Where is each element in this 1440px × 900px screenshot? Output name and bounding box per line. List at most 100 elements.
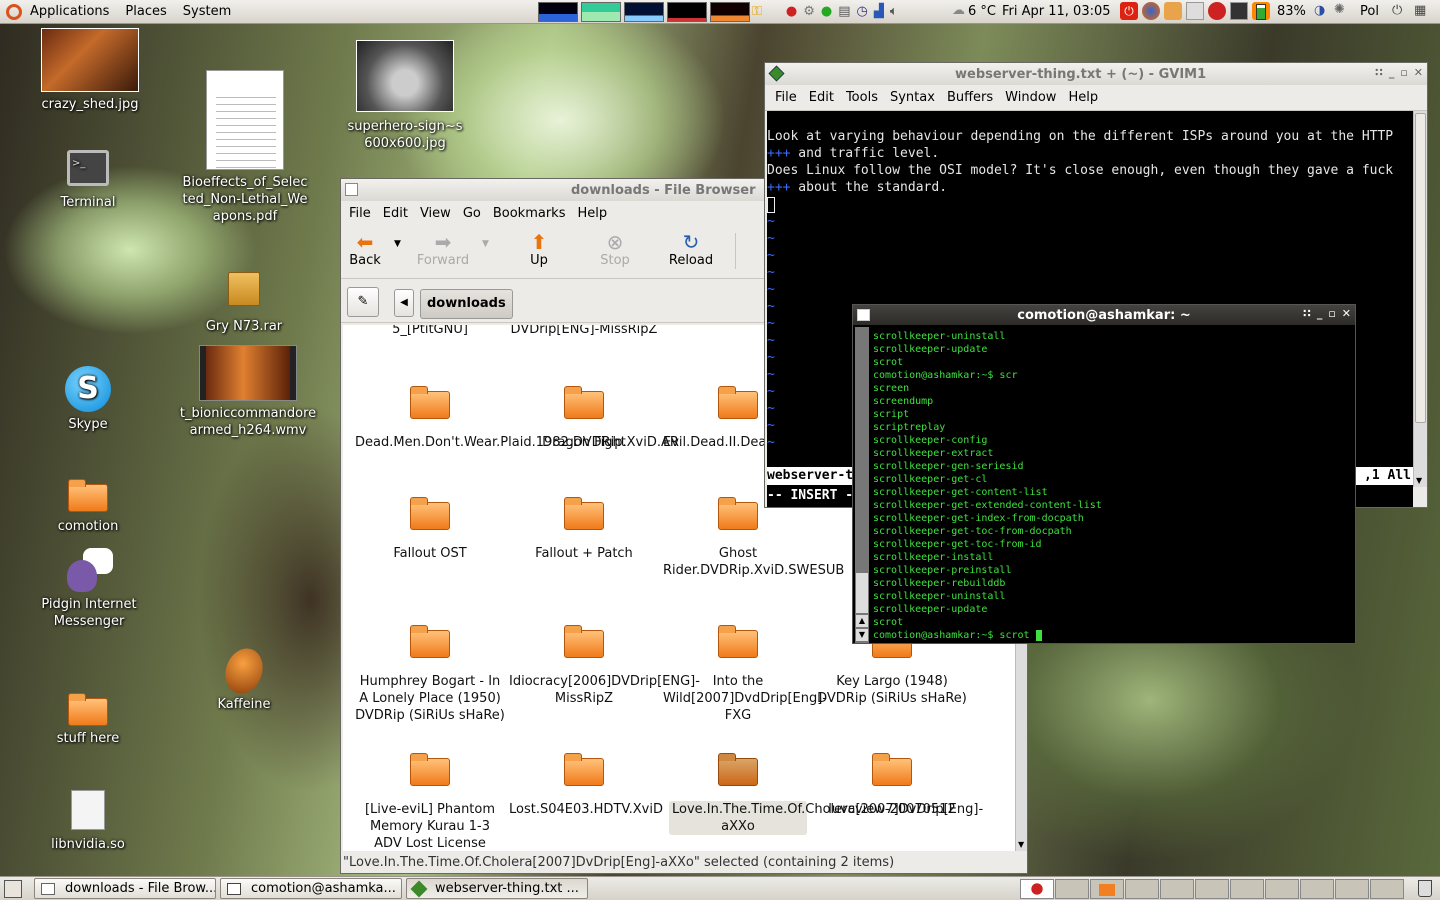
show-desktop-button[interactable] bbox=[4, 879, 22, 898]
desktop-icon-crazy-shed[interactable]: crazy_shed.jpg bbox=[30, 28, 150, 113]
desktop-icon-terminal[interactable]: >_ Terminal bbox=[40, 150, 136, 211]
scroll-down-arrow-icon[interactable]: ▼ bbox=[856, 629, 868, 641]
workspace-10[interactable] bbox=[1335, 879, 1369, 899]
workspace-5[interactable] bbox=[1160, 879, 1194, 899]
battery-icon[interactable] bbox=[1256, 4, 1266, 20]
tray-icon[interactable]: ● bbox=[786, 4, 797, 19]
scroll-up-arrow-icon[interactable]: ▲ bbox=[856, 615, 868, 627]
home-folder-icon[interactable] bbox=[1164, 2, 1182, 20]
folder-item[interactable]: Idiocracy[2006]DVDrip[ENG]-MissRipZ bbox=[509, 625, 700, 707]
printer-icon[interactable]: ▤ bbox=[838, 4, 850, 19]
vim-scrollbar[interactable]: ▼ bbox=[1413, 111, 1427, 487]
workspace-7[interactable] bbox=[1230, 879, 1264, 899]
folder-item[interactable]: Into the Wild[2007]DvdDrip[Eng]-FXG bbox=[663, 625, 827, 724]
applications-menu[interactable]: Applications bbox=[22, 1, 117, 23]
terminal-launcher-icon[interactable] bbox=[1230, 2, 1248, 20]
folder-item[interactable]: luvcview-20070512 bbox=[817, 753, 967, 818]
file-item[interactable]: 5_[PtitGNU] bbox=[355, 325, 505, 338]
menu-go[interactable]: Go bbox=[457, 206, 487, 221]
user-label[interactable]: Pol bbox=[1360, 4, 1379, 19]
folder-item[interactable]: Dragon Fight bbox=[509, 386, 659, 451]
gvim-titlebar[interactable]: webserver-thing.txt + (~) - GVIM1 ∷ _ ▫ … bbox=[765, 63, 1427, 85]
desktop-icon-stuff-here[interactable]: stuff here bbox=[40, 690, 136, 747]
desktop-icon-bioeffects-pdf[interactable]: Bioeffects_of_Selected_Non-Lethal_Weapon… bbox=[180, 70, 310, 225]
path-button-downloads[interactable]: downloads bbox=[420, 289, 513, 319]
taskbar-button-file-browser[interactable]: downloads - File Brow... bbox=[34, 878, 216, 899]
desktop-icon-gry-rar[interactable]: Gry N73.rar bbox=[196, 272, 292, 335]
taskbar-button-gvim[interactable]: webserver-thing.txt ... bbox=[406, 878, 588, 899]
terminal-output[interactable]: scrollkeeper-uninstall scrollkeeper-upda… bbox=[873, 330, 1353, 642]
power-icon[interactable]: ⏻ bbox=[1120, 2, 1138, 20]
folder-item[interactable]: [Live-eviL] Phantom Memory Kurau 1-3 ADV… bbox=[355, 753, 505, 851]
menu-syntax[interactable]: Syntax bbox=[884, 90, 941, 105]
roll-up-icon[interactable]: ∷ bbox=[1303, 307, 1311, 320]
close-icon[interactable]: ✕ bbox=[1342, 307, 1351, 320]
roll-up-icon[interactable]: ∷ bbox=[1375, 66, 1383, 79]
window-menu-icon[interactable] bbox=[345, 183, 358, 196]
reload-button[interactable]: ↻ Reload bbox=[667, 231, 715, 268]
vim-icon[interactable] bbox=[768, 65, 785, 82]
menu-buffers[interactable]: Buffers bbox=[941, 90, 999, 105]
menu-edit[interactable]: Edit bbox=[377, 206, 414, 221]
workspace-11[interactable] bbox=[1370, 879, 1404, 899]
maximize-icon[interactable]: ▫ bbox=[1328, 307, 1335, 320]
network-icon[interactable]: ◑ bbox=[1314, 3, 1325, 18]
desktop-icon-superhero-sign[interactable]: superhero-sign~s600x600.jpg bbox=[345, 40, 465, 152]
clock-applet-icon[interactable]: ◷ bbox=[857, 4, 868, 19]
system-menu[interactable]: System bbox=[175, 1, 239, 23]
desktop-icon-libnvidia[interactable]: libnvidia.so bbox=[40, 790, 136, 853]
workspace-2[interactable] bbox=[1055, 879, 1089, 899]
folder-item[interactable]: Dead.Men.Don't.Wear.Plaid.1982.DVDRip.Xv… bbox=[355, 386, 679, 451]
desktop-icon-pidgin[interactable]: Pidgin Internet Messenger bbox=[34, 548, 144, 630]
desktop-icon-kaffeine[interactable]: Kaffeine bbox=[196, 643, 292, 713]
back-button[interactable]: ⬅ Back bbox=[347, 231, 383, 268]
keys-icon[interactable]: ⚿ bbox=[752, 4, 762, 19]
up-button[interactable]: ⬆ Up bbox=[523, 231, 555, 268]
weather-icon[interactable]: ☁ bbox=[952, 3, 965, 18]
workspace-8[interactable] bbox=[1265, 879, 1299, 899]
desktop-icon-bionic-wmv[interactable]: t_bioniccommandorearmed_h264.wmv bbox=[178, 345, 318, 439]
minimize-icon[interactable]: _ bbox=[1317, 307, 1323, 320]
signal-icon[interactable]: ▟ bbox=[874, 4, 884, 19]
terminal-window-icon[interactable] bbox=[857, 309, 870, 321]
folder-item[interactable]: Fallout OST bbox=[355, 497, 505, 562]
clock[interactable]: Fri Apr 11, 03:05 bbox=[1002, 4, 1111, 19]
folder-item-selected[interactable]: Love.In.The.Time.Of.Cholera[2007]DvDrip[… bbox=[663, 753, 983, 835]
terminal-scrollbar[interactable]: ▲ ▼ bbox=[855, 327, 869, 643]
maximize-icon[interactable]: ▫ bbox=[1400, 66, 1407, 79]
desktop-icon-comotion-home[interactable]: comotion bbox=[40, 478, 136, 535]
places-menu[interactable]: Places bbox=[117, 1, 174, 23]
workspace-4[interactable] bbox=[1125, 879, 1159, 899]
weather-temp[interactable]: 6 °C bbox=[968, 4, 996, 19]
menu-bookmarks[interactable]: Bookmarks bbox=[487, 206, 572, 221]
menu-file[interactable]: File bbox=[769, 90, 803, 105]
taskbar-button-terminal[interactable]: comotion@ashamka... bbox=[220, 878, 402, 899]
menu-view[interactable]: View bbox=[414, 206, 457, 221]
menu-tools[interactable]: Tools bbox=[840, 90, 884, 105]
terminal-titlebar[interactable]: comotion@ashamkar: ~ ∷ _ ▫ ✕ bbox=[853, 305, 1355, 325]
folder-item[interactable]: Fallout + Patch bbox=[509, 497, 659, 562]
menu-window[interactable]: Window bbox=[999, 90, 1062, 105]
workspace-9[interactable] bbox=[1300, 879, 1334, 899]
minimize-icon[interactable]: _ bbox=[1389, 66, 1395, 79]
firefox-icon[interactable] bbox=[1142, 2, 1160, 20]
stop-button[interactable]: ⊗ Stop bbox=[597, 231, 633, 268]
trash-icon[interactable] bbox=[1418, 880, 1432, 897]
menu-edit[interactable]: Edit bbox=[803, 90, 840, 105]
edit-location-button[interactable]: ✎ bbox=[347, 287, 379, 317]
file-item[interactable]: DVDrip[ENG]-MissRipZ bbox=[509, 325, 659, 338]
menu-help[interactable]: Help bbox=[571, 206, 613, 221]
system-monitor-applet[interactable] bbox=[538, 2, 750, 22]
scroll-thumb[interactable] bbox=[1415, 113, 1426, 423]
workspace-switcher[interactable] bbox=[1020, 879, 1404, 899]
folder-item[interactable]: Ghost Rider.DVDRip.XviD.SWESUB bbox=[663, 497, 844, 579]
layout-icon[interactable]: ▦ bbox=[1414, 3, 1426, 18]
workspace-3[interactable] bbox=[1090, 879, 1124, 899]
folder-item[interactable]: Lost.S04E03.HDTV.XviD bbox=[509, 753, 663, 818]
scroll-down-arrow-icon[interactable]: ▼ bbox=[1416, 476, 1422, 485]
menu-help[interactable]: Help bbox=[1062, 90, 1104, 105]
workspace-6[interactable] bbox=[1195, 879, 1229, 899]
media-icon[interactable] bbox=[1208, 2, 1226, 20]
folder-item[interactable]: Humphrey Bogart - In A Lonely Place (195… bbox=[355, 625, 505, 724]
tray-icon[interactable]: ● bbox=[821, 4, 832, 19]
